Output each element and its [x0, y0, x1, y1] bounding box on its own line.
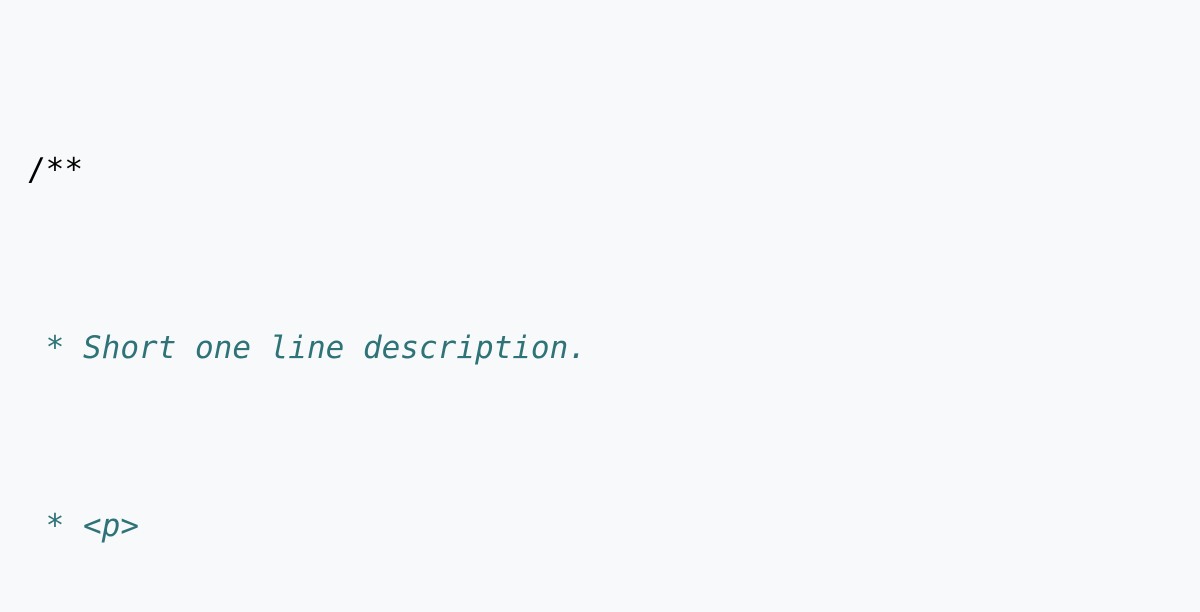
code-block[interactable]: /** * Short one line description. * <p> …	[0, 0, 1035, 612]
javadoc-html-tag: <p>	[64, 507, 139, 544]
javadoc-bullet: *	[45, 329, 65, 366]
javadoc-bullet: *	[45, 507, 65, 544]
code-line-3: * <p>	[0, 504, 1035, 549]
code-line-2: * Short one line description.	[0, 326, 1035, 371]
code-editor[interactable]: /** * Short one line description. * <p> …	[0, 0, 1200, 612]
code-line-1: /**	[0, 148, 1035, 193]
javadoc-text: Short one line description.	[64, 329, 587, 366]
javadoc-open-delimiter: /**	[27, 151, 83, 188]
